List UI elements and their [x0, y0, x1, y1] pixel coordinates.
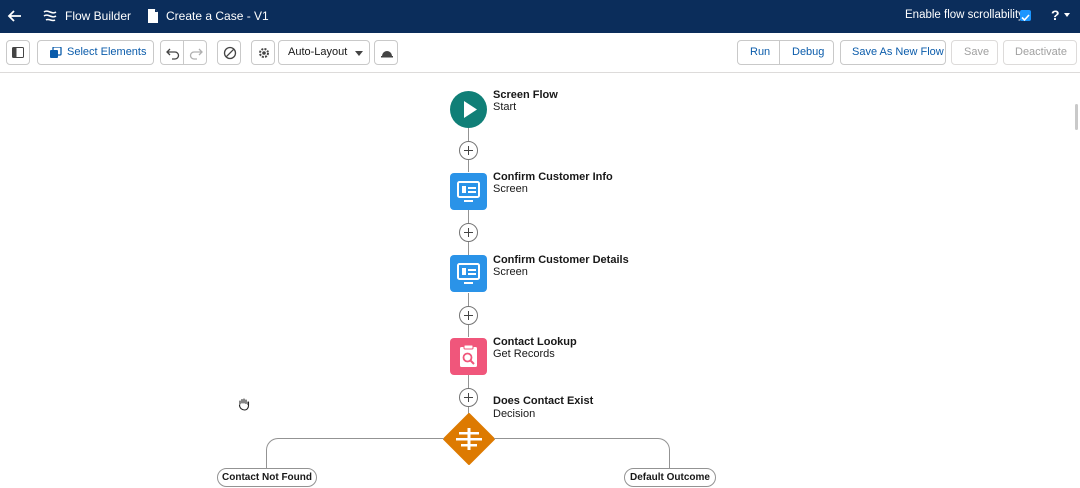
- outcome-label[interactable]: Contact Not Found: [217, 468, 317, 487]
- save-as-new-flow-label: Save As New Flow: [852, 46, 944, 58]
- cancel-selection-button[interactable]: [217, 40, 241, 65]
- help-button[interactable]: ?: [1051, 7, 1060, 23]
- toggle-panel-button[interactable]: [6, 40, 30, 65]
- save-as-new-flow-button[interactable]: Save As New Flow: [840, 40, 946, 65]
- node-title: Contact Lookup: [493, 336, 577, 348]
- add-element-button[interactable]: [459, 388, 478, 407]
- add-element-button[interactable]: [459, 141, 478, 160]
- scroll-toggle-label: Enable flow scrollability: [905, 9, 1024, 21]
- decision-title: Does Contact Exist: [493, 395, 594, 407]
- node-title: Confirm Customer Details: [493, 254, 629, 266]
- node-subtitle: Screen: [493, 183, 528, 195]
- screen-icon[interactable]: [450, 173, 487, 210]
- outcome-label[interactable]: Default Outcome: [624, 468, 716, 487]
- add-element-button[interactable]: [459, 306, 478, 325]
- select-elements-icon: [50, 47, 62, 58]
- start-node-subtitle: Start: [493, 101, 517, 113]
- vertical-scrollbar[interactable]: [1075, 104, 1078, 130]
- app-header: Flow Builder Create a Case - V1 Enable f…: [0, 0, 1080, 33]
- node-title: Confirm Customer Info: [493, 171, 613, 183]
- save-label: Save: [964, 46, 990, 58]
- chevron-down-icon[interactable]: [1064, 13, 1070, 17]
- flow-name: Create a Case - V1: [166, 9, 269, 23]
- flow-canvas[interactable]: Screen Flow Start Confirm Customer Info …: [0, 74, 1080, 488]
- node-subtitle: Screen: [493, 266, 528, 278]
- undo-button[interactable]: [160, 40, 184, 65]
- hand-cursor-icon: [238, 398, 250, 411]
- run-button[interactable]: Run: [737, 40, 780, 65]
- get-records-icon[interactable]: [450, 338, 487, 375]
- prohibited-icon: [223, 46, 237, 60]
- document-icon: [148, 9, 158, 23]
- zoom-to-fit-button[interactable]: [374, 40, 398, 65]
- debug-label: Debug: [792, 46, 825, 58]
- redo-icon: [189, 48, 203, 60]
- layout-mode-select[interactable]: Auto-Layout: [278, 40, 370, 65]
- decision-subtitle: Decision: [493, 408, 536, 420]
- decision-icon[interactable]: [443, 413, 495, 465]
- scroll-toggle-checkbox[interactable]: [1020, 10, 1031, 22]
- back-arrow-icon[interactable]: [5, 6, 25, 26]
- flow-builder-icon: [43, 10, 57, 22]
- select-elements-label: Select Elements: [67, 46, 147, 58]
- settings-button[interactable]: [251, 40, 275, 65]
- layout-mode-value: Auto-Layout: [288, 46, 348, 58]
- run-label: Run: [750, 46, 771, 58]
- toolbar: Select Elements Auto-Layout Run Debug Sa…: [0, 33, 1080, 73]
- undo-icon: [166, 48, 180, 60]
- deactivate-button[interactable]: Deactivate: [1003, 40, 1077, 65]
- start-node-title: Screen Flow: [493, 89, 558, 101]
- app-title: Flow Builder: [65, 9, 132, 23]
- start-icon[interactable]: [450, 91, 487, 128]
- save-button[interactable]: Save: [951, 40, 998, 65]
- checkmark-icon: [1021, 14, 1030, 22]
- fit-view-icon: [381, 51, 393, 58]
- panel-icon: [12, 47, 24, 58]
- debug-button[interactable]: Debug: [779, 40, 834, 65]
- gear-icon: [259, 48, 269, 58]
- node-subtitle: Get Records: [493, 348, 555, 360]
- screen-icon[interactable]: [450, 255, 487, 292]
- deactivate-label: Deactivate: [1015, 46, 1067, 58]
- add-element-button[interactable]: [459, 223, 478, 242]
- redo-button[interactable]: [183, 40, 207, 65]
- select-elements-button[interactable]: Select Elements: [37, 40, 154, 65]
- chevron-down-icon: [355, 51, 363, 56]
